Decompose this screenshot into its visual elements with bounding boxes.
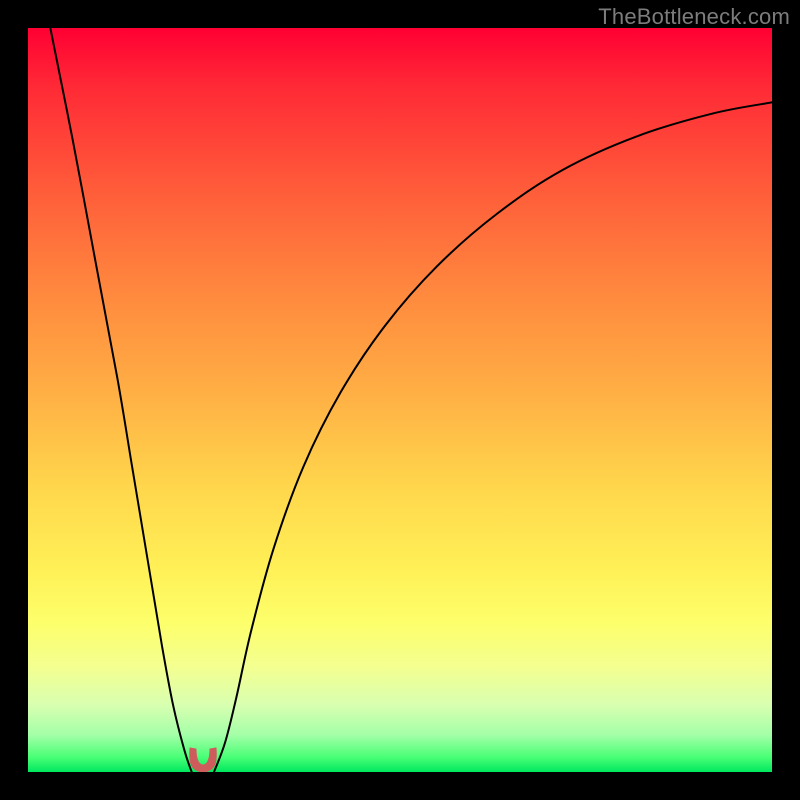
curve-layer xyxy=(28,28,772,772)
minimum-marker xyxy=(183,746,223,772)
watermark-text: TheBottleneck.com xyxy=(598,4,790,30)
plot-area xyxy=(28,28,772,772)
curve-left-branch xyxy=(50,28,191,772)
curve-right-branch xyxy=(214,102,772,772)
chart-canvas: TheBottleneck.com xyxy=(0,0,800,800)
u-marker-icon xyxy=(190,748,217,772)
